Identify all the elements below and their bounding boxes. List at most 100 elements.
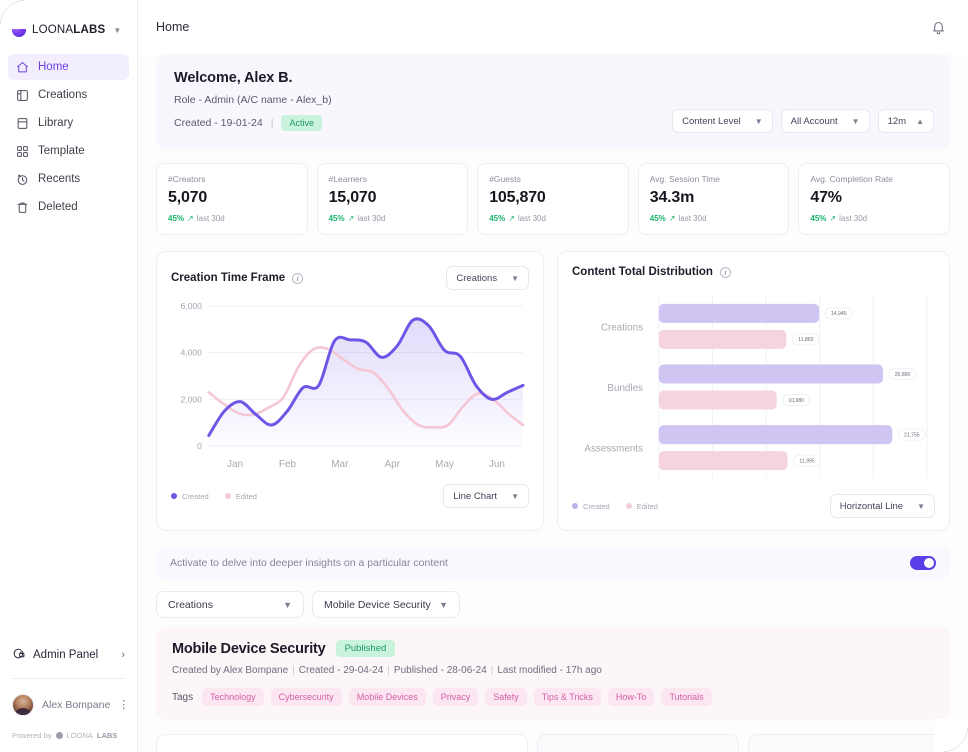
bar-chart: Creations 14,945 11,883 Bundles 20,890 10,980… (584, 296, 928, 478)
sidebar-item-library[interactable]: Library (8, 110, 129, 136)
bottom-card-usage-metrics[interactable]: Usage Metrics (537, 734, 739, 752)
stat-label: #Guests (489, 174, 521, 184)
activate-insights-label: Activate to delve into deeper insights o… (170, 557, 448, 569)
filter-time-range-label: 12m (887, 115, 907, 127)
legend-created: Created (171, 492, 209, 501)
line-chart-filter[interactable]: Creations ▼ (446, 266, 529, 290)
info-icon[interactable]: i (292, 272, 304, 284)
content-scroll: Welcome, Alex B. Role - Admin (A/C name … (138, 54, 968, 752)
tag-chip[interactable]: Privacy (432, 688, 479, 706)
chevron-down-icon: ▼ (511, 491, 519, 501)
stat-period: last 30d (517, 214, 546, 223)
line-chart-type-select[interactable]: Line Chart ▼ (443, 484, 529, 508)
info-icon[interactable]: i (719, 266, 731, 278)
svg-text:0: 0 (197, 441, 202, 451)
powered-brand-light: LOONA (66, 731, 93, 740)
sidebar-item-recents[interactable]: Recents (8, 166, 129, 192)
sidebar-item-label: Template (38, 145, 85, 157)
tag-chip[interactable]: Tips & Tricks (533, 688, 601, 706)
more-options-icon[interactable]: ⋮ (118, 699, 129, 711)
stat-value: 34.3m (649, 189, 695, 206)
stat-card: #Guests 105,870 45% ↗ last 30d (477, 163, 629, 235)
sidebar-item-label: Creations (38, 89, 88, 101)
sidebar-item-template[interactable]: Template (8, 138, 129, 164)
bell-icon[interactable] (931, 20, 946, 35)
powered-brand-bold: LABS (96, 731, 118, 740)
line-chart-filter-label: Creations (456, 272, 498, 284)
card-title: Content Total Distribution (572, 266, 713, 278)
bottom-card-more-details[interactable]: More Details (748, 734, 950, 752)
svg-text:21,755: 21,755 (904, 433, 920, 439)
stat-delta-value: 45% (649, 214, 666, 223)
detail-filter-type[interactable]: Creations ▼ (156, 591, 304, 618)
svg-text:Creations: Creations (601, 322, 643, 333)
status-badge: Active (281, 115, 322, 131)
user-account-row[interactable]: Alex Bompane ⋮ (0, 685, 137, 721)
card-title: Creation Time Frame (171, 272, 286, 284)
svg-text:14,945: 14,945 (831, 311, 847, 317)
stat-value: 15,070 (328, 189, 377, 206)
legend-edited-label: Edited (636, 501, 658, 511)
activate-insights-toggle[interactable] (910, 556, 936, 570)
tags-row: Tags Technology Cybersecurity Mobile Devic… (172, 688, 934, 706)
filter-content-level[interactable]: Content Level ▼ (672, 109, 773, 133)
legend-dot-created-icon (171, 493, 177, 499)
detail-filter-content-label: Mobile Device Security (324, 598, 431, 611)
brand-bold: LABS (73, 24, 106, 36)
stat-value: 5,070 (168, 189, 208, 206)
user-name: Alex Bompane (42, 699, 111, 711)
up-arrow-icon: ↗ (668, 214, 676, 223)
tag-chip[interactable]: Safety (485, 688, 527, 706)
detail-filter-content[interactable]: Mobile Device Security ▼ (312, 591, 460, 618)
sidebar: LOONALABS ▼ Home Creations Library Templ… (0, 0, 138, 752)
legend-edited: Edited (224, 492, 257, 501)
stat-delta-value: 45% (489, 214, 506, 223)
sidebar-nav: Home Creations Library Template Recents … (0, 54, 137, 220)
chevron-down-icon[interactable]: ▼ (113, 26, 121, 35)
svg-text:Assessments: Assessments (584, 444, 643, 455)
sidebar-item-home[interactable]: Home (8, 54, 129, 80)
top-bar: Home (138, 0, 968, 54)
bottom-card-blank[interactable] (156, 734, 528, 752)
bar-chart-type-select[interactable]: Horizontal Line ▼ (829, 494, 935, 518)
recents-clock-icon (16, 173, 29, 186)
content-detail-title-row: Mobile Device Security Published (172, 640, 934, 657)
tag-chip[interactable]: Cybersecurity (270, 688, 342, 706)
chevron-down-icon: ▼ (511, 273, 519, 283)
chevron-down-icon: ▼ (283, 599, 292, 610)
library-icon (16, 117, 29, 130)
tag-chip[interactable]: Technology (202, 688, 264, 706)
meta-modified: Last modified - 17h ago (497, 665, 602, 676)
filter-all-account[interactable]: All Account ▼ (780, 109, 870, 133)
welcome-created-label: Created - 19-01-24 (174, 117, 263, 129)
svg-text:2,000: 2,000 (181, 394, 202, 404)
meta-published: Published - 28-06-24 (393, 665, 487, 676)
loona-logo-icon (12, 23, 26, 37)
brand-logo[interactable]: LOONALABS ▼ (0, 0, 137, 42)
tags-label: Tags (172, 691, 194, 703)
card-header: Content Total Distribution i (572, 266, 935, 278)
sidebar-item-deleted[interactable]: Deleted (8, 194, 129, 220)
admin-lock-icon (12, 647, 25, 663)
chevron-down-icon: ▼ (439, 599, 448, 610)
svg-text:20,890: 20,890 (895, 372, 911, 378)
admin-panel-label: Admin Panel (33, 649, 99, 661)
filter-time-range[interactable]: 12m ▲ (877, 109, 934, 133)
stat-label: Avg. Session Time (649, 174, 721, 184)
tag-chip[interactable]: Tutorials (661, 688, 712, 706)
stats-row: #Creators 5,070 45% ↗ last 30d #Learners 15,07… (156, 163, 950, 235)
tag-chip[interactable]: Mobile Devices (348, 688, 426, 706)
charts-row: Creation Time Frame i Creations ▼ 0 2,000… (156, 251, 950, 531)
filter-content-level-label: Content Level (682, 115, 741, 127)
sidebar-item-creations[interactable]: Creations (8, 82, 129, 108)
meta-created: Created - 29-04-24 (298, 665, 384, 676)
stat-label: #Learners (328, 174, 367, 184)
brand-text: LOONALABS (32, 24, 105, 36)
up-arrow-icon: ↗ (829, 214, 837, 223)
svg-text:Jan: Jan (227, 459, 243, 470)
admin-panel-button[interactable]: Admin Panel › (0, 638, 137, 672)
chevron-down-icon: ▼ (754, 116, 763, 126)
loona-small-logo-icon (55, 732, 63, 739)
svg-text:6,000: 6,000 (181, 301, 202, 311)
tag-chip[interactable]: How-To (607, 688, 655, 706)
